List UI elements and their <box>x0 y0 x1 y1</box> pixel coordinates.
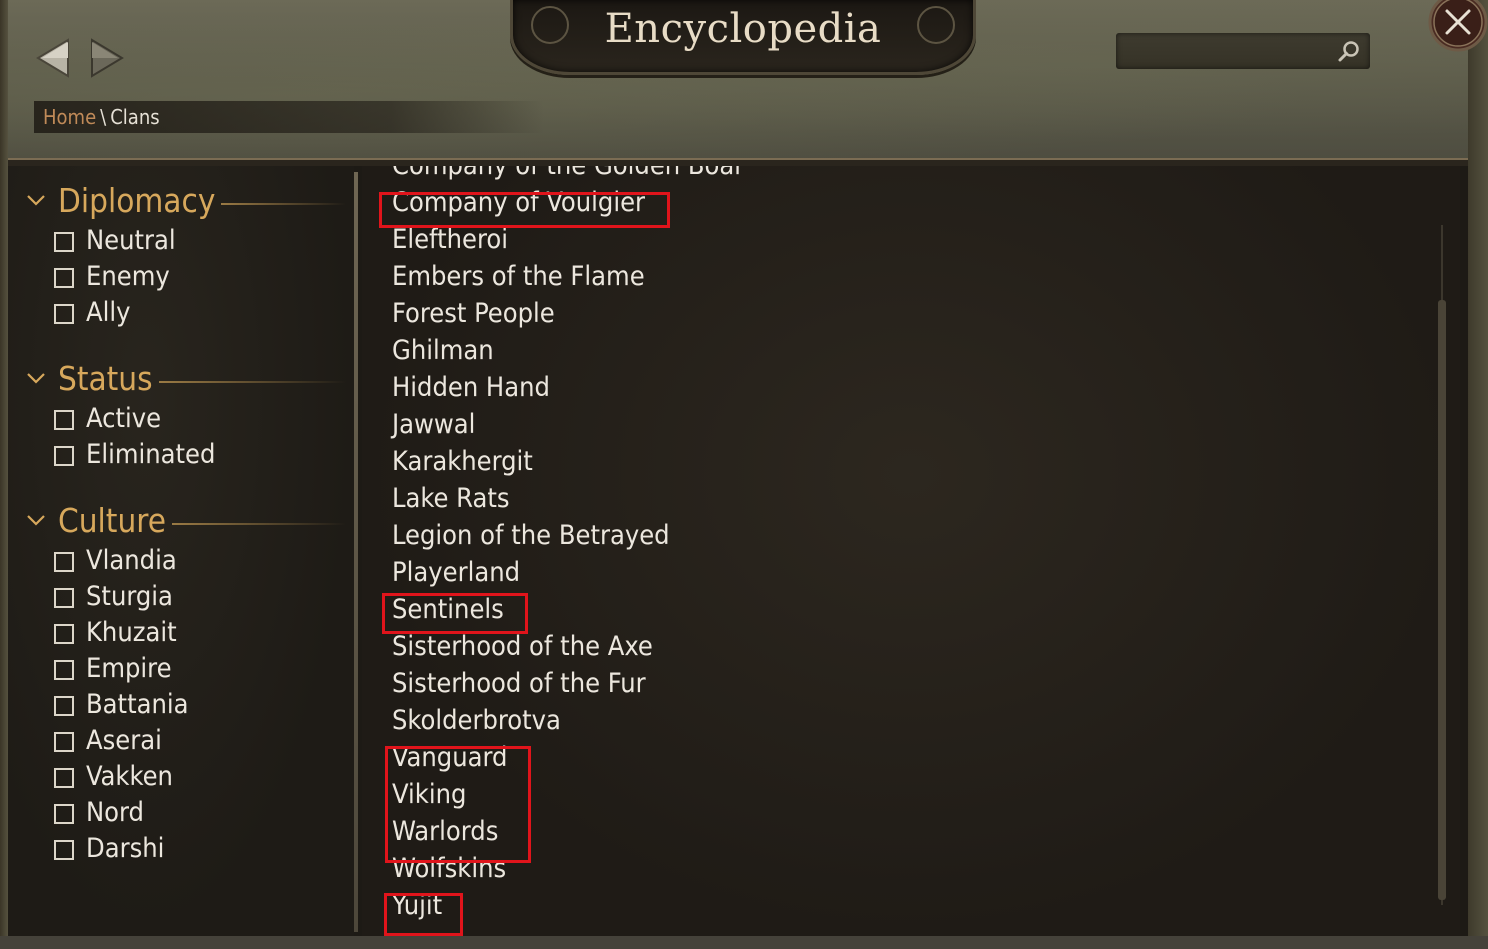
clan-list-item[interactable]: Lake Rats <box>392 480 744 517</box>
filter-group-diplomacy: Diplomacy Neutral Enemy Ally <box>16 178 346 330</box>
filter-option-enemy[interactable]: Enemy <box>16 258 346 294</box>
filter-option-vlandia[interactable]: Vlandia <box>16 542 346 578</box>
filter-label: Battania <box>86 688 189 720</box>
checkbox[interactable] <box>54 732 74 752</box>
clan-list-item[interactable]: Playerland <box>392 554 744 591</box>
filter-sidebar: Diplomacy Neutral Enemy Ally Status Acti… <box>8 166 354 936</box>
filter-group-culture: Culture Vlandia Sturgia Khuzait Empire B… <box>16 498 346 866</box>
checkbox[interactable] <box>54 304 74 324</box>
clan-list-item[interactable]: Company of the Golden Boar <box>392 166 744 184</box>
filter-label: Vlandia <box>86 544 177 576</box>
encyclopedia-window: Encyclopedia Home \ Clans Diplomacy Neut… <box>0 0 1488 949</box>
filter-option-aserai[interactable]: Aserai <box>16 722 346 758</box>
filter-label: Empire <box>86 652 172 684</box>
filter-header-diplomacy[interactable]: Diplomacy <box>16 178 346 222</box>
checkbox[interactable] <box>54 588 74 608</box>
highlight-box <box>384 893 463 936</box>
checkbox[interactable] <box>54 410 74 430</box>
filter-label: Neutral <box>86 224 176 256</box>
filter-header-culture[interactable]: Culture <box>16 498 346 542</box>
breadcrumb-home-link[interactable]: Home <box>43 105 96 129</box>
chevron-down-icon <box>27 515 45 526</box>
title-plate: Encyclopedia <box>510 0 976 75</box>
filter-title: Diplomacy <box>58 180 216 220</box>
right-frame <box>1468 0 1488 949</box>
page-title: Encyclopedia <box>604 6 882 52</box>
clan-list-item[interactable]: Legion of the Betrayed <box>392 517 744 554</box>
left-frame <box>0 0 8 949</box>
checkbox[interactable] <box>54 268 74 288</box>
list-scrollbar[interactable] <box>1438 225 1446 905</box>
filter-option-empire[interactable]: Empire <box>16 650 346 686</box>
scrollbar-thumb[interactable] <box>1438 300 1446 900</box>
highlight-box <box>379 192 670 228</box>
triangle-right-icon <box>91 38 124 78</box>
clan-list-item[interactable]: Forest People <box>392 295 744 332</box>
clan-list-item[interactable]: Embers of the Flame <box>392 258 744 295</box>
filter-title: Status <box>58 358 153 398</box>
breadcrumb-current: Clans <box>110 105 160 129</box>
filter-option-nord[interactable]: Nord <box>16 794 346 830</box>
filter-divider <box>158 381 346 383</box>
forward-button[interactable] <box>88 38 124 78</box>
filter-label: Ally <box>86 296 131 328</box>
close-button[interactable] <box>1426 0 1488 52</box>
filter-divider <box>172 523 346 525</box>
checkbox[interactable] <box>54 804 74 824</box>
checkbox[interactable] <box>54 446 74 466</box>
checkbox[interactable] <box>54 552 74 572</box>
clan-list-item[interactable]: Ghilman <box>392 332 744 369</box>
x-close-icon <box>1428 0 1488 52</box>
magnifier-icon[interactable] <box>1336 39 1362 65</box>
filter-option-battania[interactable]: Battania <box>16 686 346 722</box>
clan-list-item[interactable]: Skolderbrotva <box>392 702 744 739</box>
chevron-down-icon <box>27 195 45 206</box>
checkbox[interactable] <box>54 768 74 788</box>
filter-label: Eliminated <box>86 438 216 470</box>
filter-label: Nord <box>86 796 144 828</box>
filter-header-status[interactable]: Status <box>16 356 346 400</box>
back-button[interactable] <box>36 38 72 78</box>
filter-option-neutral[interactable]: Neutral <box>16 222 346 258</box>
triangle-left-icon <box>36 38 69 78</box>
checkbox[interactable] <box>54 624 74 644</box>
breadcrumb: Home \ Clans <box>34 101 544 133</box>
filter-label: Darshi <box>86 832 165 864</box>
filter-option-khuzait[interactable]: Khuzait <box>16 614 346 650</box>
breadcrumb-separator: \ <box>100 105 107 129</box>
filter-option-vakken[interactable]: Vakken <box>16 758 346 794</box>
filter-group-status: Status Active Eliminated <box>16 356 346 472</box>
filter-label: Active <box>86 402 162 434</box>
filter-option-darshi[interactable]: Darshi <box>16 830 346 866</box>
filter-label: Enemy <box>86 260 170 292</box>
clan-list-item[interactable]: Sisterhood of the Fur <box>392 665 744 702</box>
filter-option-active[interactable]: Active <box>16 400 346 436</box>
search-input[interactable] <box>1124 37 1338 67</box>
chevron-down-icon <box>27 373 45 384</box>
filter-label: Sturgia <box>86 580 173 612</box>
highlight-box <box>382 593 528 634</box>
checkbox[interactable] <box>54 232 74 252</box>
filter-label: Vakken <box>86 760 173 792</box>
filter-option-eliminated[interactable]: Eliminated <box>16 436 346 472</box>
filter-option-sturgia[interactable]: Sturgia <box>16 578 346 614</box>
filter-divider <box>221 203 346 205</box>
filter-label: Khuzait <box>86 616 177 648</box>
clan-list-item[interactable]: Jawwal <box>392 406 744 443</box>
search-box <box>1116 33 1370 69</box>
checkbox[interactable] <box>54 840 74 860</box>
filter-label: Aserai <box>86 724 162 756</box>
clan-list-item[interactable]: Karakhergit <box>392 443 744 480</box>
checkbox[interactable] <box>54 696 74 716</box>
checkbox[interactable] <box>54 660 74 680</box>
bottom-frame <box>0 936 1488 949</box>
clan-list-item[interactable]: Hidden Hand <box>392 369 744 406</box>
sidebar-divider <box>354 172 358 932</box>
filter-title: Culture <box>58 500 167 540</box>
filter-option-ally[interactable]: Ally <box>16 294 346 330</box>
highlight-box <box>385 746 531 863</box>
